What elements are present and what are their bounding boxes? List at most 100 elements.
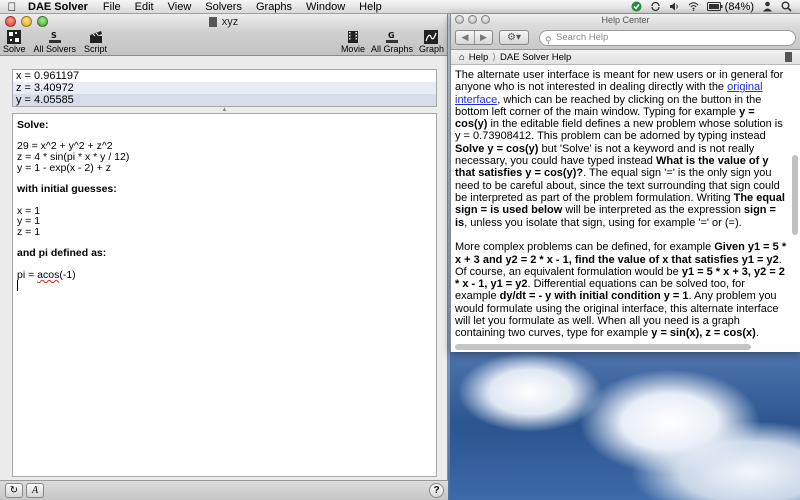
script-label: Script xyxy=(84,44,108,54)
menu-edit[interactable]: Edit xyxy=(128,1,161,13)
all-solvers-label: All Solvers xyxy=(33,44,77,54)
editor-line: z = 1 xyxy=(17,225,41,238)
help-text: , unless you isolate that sign, using fo… xyxy=(464,216,742,229)
menu-bar:  DAE Solver File Edit View Solvers Grap… xyxy=(0,0,800,14)
help-bold: Solve y = cos(y) xyxy=(455,142,539,155)
graph-button[interactable]: Graph xyxy=(419,30,444,54)
breadcrumb-page[interactable]: DAE Solver Help xyxy=(500,52,571,63)
help-vertical-scrollbar[interactable] xyxy=(791,65,799,347)
zoom-button[interactable] xyxy=(37,16,48,27)
editor-text: pi = xyxy=(17,268,38,281)
switch-interface-button[interactable]: ↻ xyxy=(5,483,23,498)
text-cursor xyxy=(17,280,18,292)
help-window-titlebar[interactable]: Help Center xyxy=(451,14,800,26)
clapper-icon xyxy=(89,31,102,43)
help-search-input[interactable]: ⚲ Search Help xyxy=(539,29,796,46)
all-solvers-icon: S xyxy=(48,31,61,43)
menu-solvers[interactable]: Solvers xyxy=(198,1,249,13)
question-icon: ? xyxy=(433,485,440,496)
volume-icon[interactable] xyxy=(669,1,680,12)
action-menu-button[interactable]: ⚙▾ xyxy=(499,30,529,45)
main-window: xyz Solve S All Solvers Script Movie G A… xyxy=(0,14,448,500)
battery-percent: (84%) xyxy=(724,0,754,13)
wifi-icon[interactable] xyxy=(688,1,699,12)
movie-button[interactable]: Movie xyxy=(341,30,365,54)
results-list[interactable]: x = 0.961197 z = 3.40972 y = 4.05585 xyxy=(12,69,437,107)
menu-help[interactable]: Help xyxy=(352,1,389,13)
menu-graphs[interactable]: Graphs xyxy=(249,1,299,13)
main-status-bar: ↻ A ? xyxy=(0,480,448,500)
spotlight-icon[interactable] xyxy=(781,1,792,12)
sync-icon[interactable] xyxy=(650,1,661,12)
help-text: . xyxy=(755,327,759,340)
menu-app-name[interactable]: DAE Solver xyxy=(24,1,96,13)
graph-icon xyxy=(424,30,439,44)
forward-button[interactable]: ▶ xyxy=(474,31,492,44)
refresh-icon: ↻ xyxy=(9,485,19,496)
result-row[interactable]: y = 4.05585 xyxy=(13,94,436,106)
help-button[interactable]: ? xyxy=(429,483,444,498)
help-text: More complex problems can be defined, fo… xyxy=(455,241,715,254)
editor-line: y = 1 - exp(x - 2) + z xyxy=(17,161,111,174)
home-icon[interactable]: ⌂ xyxy=(459,52,465,63)
help-text: , which can be reached by clicking on th… xyxy=(455,93,762,118)
editor-line: Solve: xyxy=(17,119,49,131)
apple-menu-icon[interactable]:  xyxy=(0,0,24,14)
problem-editor[interactable]: Solve: 29 = x^2 + y^2 + z^2 z = 4 * sin(… xyxy=(12,113,437,477)
film-icon xyxy=(347,31,358,43)
minimize-button[interactable] xyxy=(21,16,32,27)
editor-text: (-1) xyxy=(59,268,76,281)
main-toolbar: Solve S All Solvers Script Movie G All G… xyxy=(0,30,447,56)
back-button[interactable]: ◀ xyxy=(456,31,474,44)
result-row[interactable]: x = 0.961197 xyxy=(13,70,436,82)
editor-line: pi = acos(-1) xyxy=(17,268,436,281)
scroll-thumb[interactable] xyxy=(792,155,798,235)
help-text: in the editable field defines a new prob… xyxy=(455,118,783,143)
help-bold: y = sin(x), z = cos(x) xyxy=(651,327,756,340)
font-icon: A xyxy=(31,485,39,496)
solve-icon xyxy=(7,30,22,44)
help-window-title: Help Center xyxy=(601,15,650,25)
all-graphs-button[interactable]: G All Graphs xyxy=(371,30,413,54)
user-icon[interactable] xyxy=(762,1,773,12)
document-icon xyxy=(208,17,217,27)
solve-label: Solve xyxy=(3,44,26,54)
script-button[interactable]: Script xyxy=(84,30,107,54)
editor-line: with initial guesses: xyxy=(17,183,117,196)
spelling-error-word: acos xyxy=(37,268,60,281)
all-graphs-label: All Graphs xyxy=(370,44,413,54)
all-solvers-button[interactable]: S All Solvers xyxy=(34,30,77,54)
editor-line: and pi defined as: xyxy=(17,247,107,260)
help-horizontal-scrollbar[interactable] xyxy=(455,344,751,350)
editor-line: y = 1 xyxy=(17,215,41,228)
editor-line: x = 1 xyxy=(17,204,41,217)
help-paragraph: More complex problems can be defined, fo… xyxy=(455,241,789,339)
help-zoom-button[interactable] xyxy=(481,15,490,24)
help-close-button[interactable] xyxy=(455,15,464,24)
gear-icon: ⚙▾ xyxy=(507,32,521,43)
close-button[interactable] xyxy=(5,16,16,27)
menu-file[interactable]: File xyxy=(96,1,128,13)
main-window-titlebar[interactable]: xyz xyxy=(0,14,447,30)
solve-button[interactable]: Solve xyxy=(3,30,26,54)
breadcrumb: ⌂ Help ⟩ DAE Solver Help xyxy=(451,50,800,65)
status-app-icon[interactable] xyxy=(631,1,642,12)
help-minimize-button[interactable] xyxy=(468,15,477,24)
breadcrumb-help[interactable]: Help xyxy=(469,52,489,63)
font-button[interactable]: A xyxy=(26,483,44,498)
svg-text:S: S xyxy=(51,31,57,40)
help-content: The alternate user interface is meant fo… xyxy=(451,65,793,345)
battery-indicator[interactable]: (84%) xyxy=(706,0,754,13)
svg-text:G: G xyxy=(388,31,395,40)
graph-label: Graph xyxy=(418,44,444,54)
menu-view[interactable]: View xyxy=(161,1,199,13)
desktop-background xyxy=(450,352,800,500)
bookmark-icon[interactable] xyxy=(785,52,792,62)
battery-icon xyxy=(706,2,723,11)
movie-label: Movie xyxy=(340,44,365,54)
menu-window[interactable]: Window xyxy=(299,1,352,13)
all-graphs-icon: G xyxy=(385,31,398,43)
search-placeholder: Search Help xyxy=(556,31,609,43)
help-text: will be interpreted as the expression xyxy=(562,204,744,217)
result-row[interactable]: z = 3.40972 xyxy=(13,82,436,94)
